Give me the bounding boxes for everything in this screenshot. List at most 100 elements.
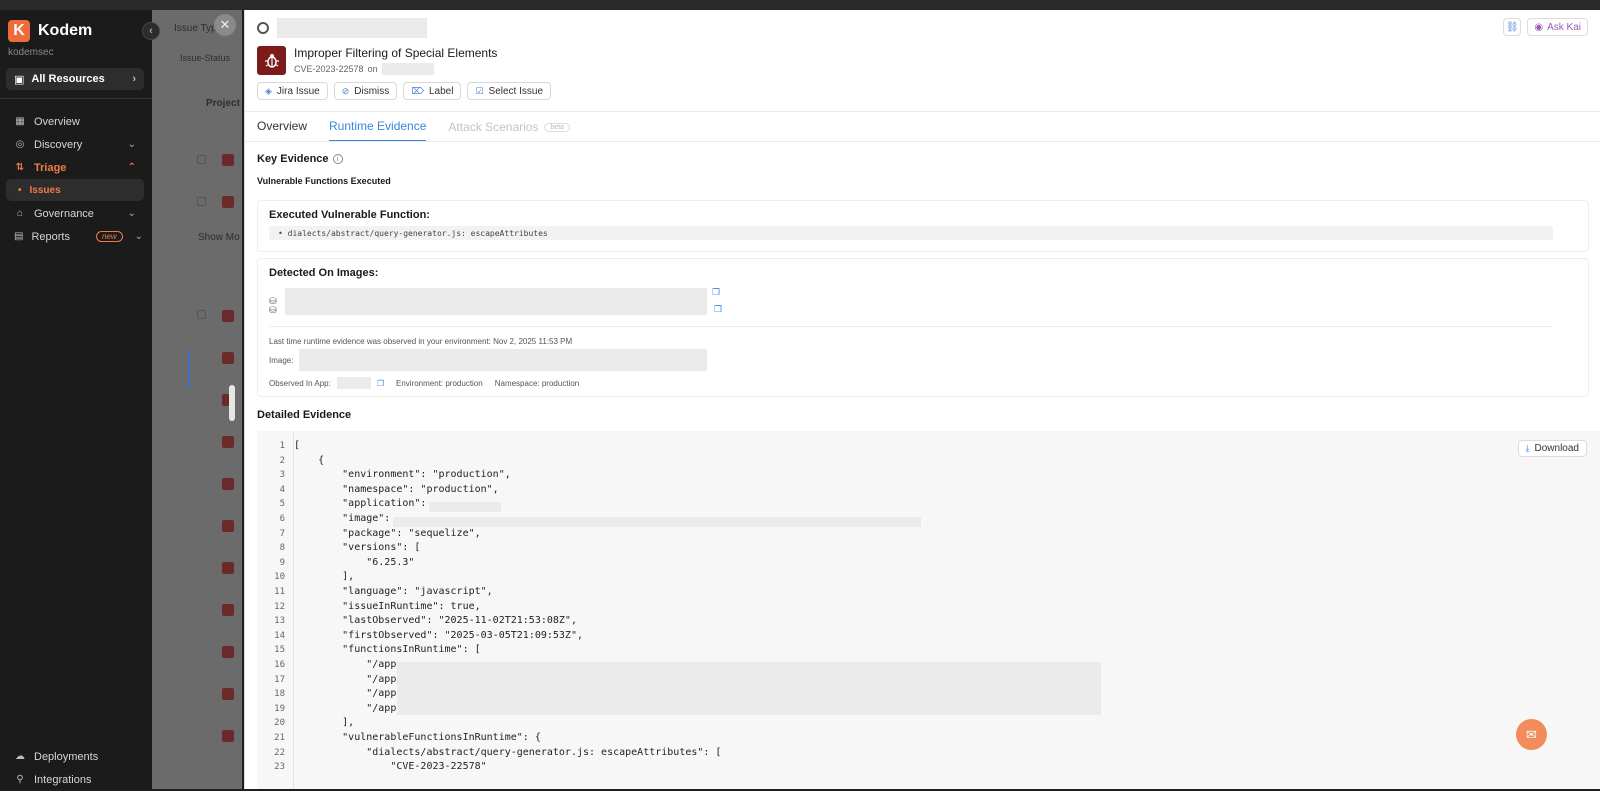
copy-icon[interactable]: ❐	[377, 379, 384, 388]
on-label: on	[367, 64, 378, 74]
issue-icon	[222, 310, 234, 322]
sidebar-item-label: Deployments	[34, 750, 99, 763]
line-number: 9	[279, 557, 285, 568]
scrollbar-handle[interactable]	[229, 385, 235, 421]
line-number: 15	[274, 645, 285, 656]
select-issue-button[interactable]: ☑ Select Issue	[467, 82, 552, 100]
issue-actions: ◈ Jira Issue ⊘ Dismiss ⌦ Label ☑ Select Issu…	[257, 82, 552, 100]
redacted-target	[381, 63, 434, 75]
code-line: "CVE-2023-22578"	[294, 761, 487, 773]
top-actions: ⛓ ◉ Ask Kai	[1503, 18, 1588, 36]
issue-subtitle: CVE-2023-22578 on	[294, 63, 497, 75]
code-line: "/app.	[294, 673, 403, 685]
tab-overview[interactable]: Overview	[257, 119, 307, 142]
download-icon: ⤓	[1525, 443, 1530, 453]
divider	[0, 98, 152, 99]
line-number: 3	[279, 470, 285, 481]
cloud-icon: ☁	[15, 751, 25, 762]
dismiss-button[interactable]: ⊘ Dismiss	[333, 82, 398, 100]
sidebar-item-deployments[interactable]: ☁ Deployments	[6, 745, 144, 768]
issue-title: Improper Filtering of Special Elements	[294, 46, 498, 60]
action-label: Select Issue	[488, 85, 544, 97]
ask-kai-button[interactable]: ◉ Ask Kai	[1527, 18, 1588, 36]
code-line: {	[294, 454, 325, 466]
tab-runtime-evidence[interactable]: Runtime Evidence	[329, 119, 427, 142]
code-line: "/app.	[294, 702, 403, 714]
sidebar-item-label: Governance	[34, 207, 94, 220]
code-line: "issueInRuntime": true,	[294, 600, 481, 612]
key-evidence-label: Key Evidence	[257, 153, 329, 165]
plug-icon: ⚲	[16, 774, 24, 785]
logo[interactable]: K Kodem	[8, 20, 92, 42]
label-button[interactable]: ⌦ Label	[403, 82, 462, 100]
link-button[interactable]: ⛓	[1503, 18, 1522, 36]
line-number: 6	[279, 514, 285, 524]
row-checkbox	[197, 310, 206, 319]
code-line: "application":	[294, 498, 433, 510]
logo-mark: K	[8, 20, 30, 42]
ask-kai-label: Ask Kai	[1547, 21, 1581, 33]
code-line: "dialects/abstract/query-generator.js: e…	[294, 746, 722, 758]
copy-icon[interactable]: ❐	[712, 287, 720, 298]
code-line: "vulnerableFunctionsInRuntime": {	[294, 732, 541, 743]
chevron-up-icon: ⌃	[127, 162, 136, 173]
sidebar-item-issues[interactable]: • Issues	[6, 179, 144, 201]
bullet-icon: •	[18, 184, 22, 196]
kai-icon: ◉	[1534, 21, 1544, 33]
download-label: Download	[1534, 443, 1579, 454]
image-row: ⛁	[269, 288, 707, 315]
sidebar-item-governance[interactable]: ⌂ Governance ⌄	[6, 202, 144, 225]
checkbox-icon: ☑	[475, 85, 484, 96]
executed-function-value: • dialects/abstract/query-generator.js: …	[269, 226, 1553, 240]
redacted-image-value	[393, 517, 921, 527]
divider	[269, 326, 1553, 327]
issue-icon	[222, 604, 234, 616]
download-button[interactable]: ⤓ Download	[1517, 440, 1587, 457]
sidebar-item-triage[interactable]: ⇅ Triage ⌃	[6, 156, 144, 179]
close-panel-button[interactable]: ✕	[214, 14, 236, 36]
bug-icon	[257, 46, 286, 75]
chevron-right-icon: ›	[132, 73, 136, 85]
line-number: 5	[279, 499, 285, 510]
code-line: "versions": [	[294, 542, 421, 554]
line-number: 7	[279, 528, 285, 539]
app-name: Kodem	[38, 22, 93, 39]
tabs-divider	[245, 141, 1600, 142]
image-label: Image:	[269, 355, 294, 365]
chat-icon[interactable]: ✉	[1516, 719, 1547, 750]
action-label: Jira Issue	[276, 85, 320, 97]
dismiss-icon: ⊘	[341, 85, 350, 96]
line-number: 1	[279, 441, 285, 451]
detailed-evidence-heading: Detailed Evidence	[257, 409, 352, 421]
copy-icon[interactable]: ❐	[714, 304, 722, 315]
sidebar-item-integrations[interactable]: ⚲ Integrations	[6, 768, 144, 791]
jira-issue-button[interactable]: ◈ Jira Issue	[257, 82, 328, 100]
sidebar-item-overview[interactable]: ▦ Overview	[6, 110, 144, 133]
line-number: 12	[274, 601, 285, 612]
collapse-sidebar-button[interactable]: ‹	[142, 22, 160, 40]
issue-icon	[222, 520, 234, 532]
tab-attack-scenarios[interactable]: Attack Scenarios beta	[448, 119, 571, 142]
all-resources-button[interactable]: ▣ All Resources ›	[6, 68, 144, 90]
code-line: ],	[294, 571, 355, 583]
line-number: 10	[274, 572, 285, 583]
issue-icon	[222, 436, 234, 448]
sidebar-item-reports[interactable]: ▤ Reports new ⌄	[6, 225, 144, 248]
sidebar-item-label: Issues	[29, 184, 61, 196]
repo-row	[257, 18, 427, 38]
line-number: 18	[274, 689, 285, 700]
divider	[245, 111, 1600, 112]
sidebar-item-discovery[interactable]: ◎ Discovery ⌄	[6, 133, 144, 156]
folder-icon: ▣	[14, 73, 25, 86]
info-icon[interactable]: i	[332, 154, 343, 164]
redacted-image-name	[299, 349, 708, 371]
new-badge: new	[95, 231, 123, 242]
executed-function-title: Executed Vulnerable Function:	[269, 209, 430, 221]
line-number: 14	[274, 630, 285, 641]
sidebar-nav: ▦ Overview ◎ Discovery ⌄ ⇅ Triage ⌃ • Is…	[6, 110, 144, 248]
github-icon	[257, 22, 269, 34]
code-line: "functionsInRuntime": [	[294, 644, 481, 656]
code-line: "lastObserved": "2025-11-02T21:53:08Z",	[294, 615, 577, 627]
report-icon: ▤	[14, 231, 24, 242]
observed-in-app-label: Observed In App:	[269, 378, 331, 388]
